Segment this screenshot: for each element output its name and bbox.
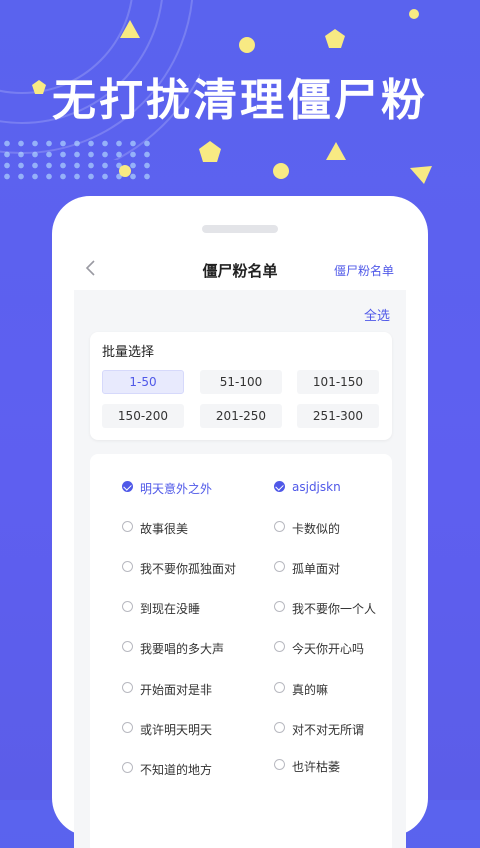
range-chip[interactable]: 201-250 [200, 404, 282, 428]
app-screen: 僵尸粉名单 僵尸粉名单 全选 批量选择 1-50 51-100 101-150 … [74, 248, 406, 848]
checkbox-icon [122, 682, 133, 693]
range-chip[interactable]: 1-50 [102, 370, 184, 394]
phone-mockup: 僵尸粉名单 僵尸粉名单 全选 批量选择 1-50 51-100 101-150 … [52, 196, 428, 848]
range-chip[interactable]: 251-300 [297, 404, 379, 428]
range-chip[interactable]: 150-200 [102, 404, 184, 428]
triangle-decoration [326, 142, 346, 160]
checkbox-checked-icon [274, 481, 285, 492]
checkbox-icon [274, 521, 285, 532]
batch-select-title: 批量选择 [102, 345, 155, 360]
checkbox-icon [122, 601, 133, 612]
promo-headline: 无打扰清理僵尸粉 [52, 75, 428, 126]
fan-list: 明天意外之外 asjdjskn 故事很美 卡数似的 我不要你孤独面对 孤单面对 … [90, 454, 392, 848]
triangle-decoration [410, 166, 432, 184]
checkbox-icon [274, 722, 285, 733]
circle-decoration [119, 165, 131, 177]
checkbox-icon [122, 762, 133, 773]
circle-decoration [273, 163, 289, 179]
checkbox-icon [122, 722, 133, 733]
checkbox-icon [122, 561, 133, 572]
checkbox-icon [274, 641, 285, 652]
checkbox-icon [274, 601, 285, 612]
checkbox-icon [274, 561, 285, 572]
nav-bar: 僵尸粉名单 僵尸粉名单 [74, 248, 406, 290]
triangle-decoration [120, 20, 140, 38]
batch-select-card: 批量选择 1-50 51-100 101-150 150-200 201-250… [90, 332, 392, 440]
range-chip[interactable]: 51-100 [200, 370, 282, 394]
select-all-button[interactable]: 全选 [364, 305, 390, 324]
phone-speaker [202, 225, 278, 233]
checkbox-icon [274, 759, 285, 770]
circle-decoration [409, 9, 419, 19]
pentagon-decoration [199, 141, 221, 162]
zombie-fan-list-link[interactable]: 僵尸粉名单 [334, 262, 394, 279]
circle-decoration [239, 37, 255, 53]
checkbox-checked-icon [122, 481, 133, 492]
range-chip[interactable]: 101-150 [297, 370, 379, 394]
pentagon-decoration [325, 29, 345, 48]
checkbox-icon [122, 521, 133, 532]
checkbox-icon [122, 641, 133, 652]
checkbox-icon [274, 682, 285, 693]
